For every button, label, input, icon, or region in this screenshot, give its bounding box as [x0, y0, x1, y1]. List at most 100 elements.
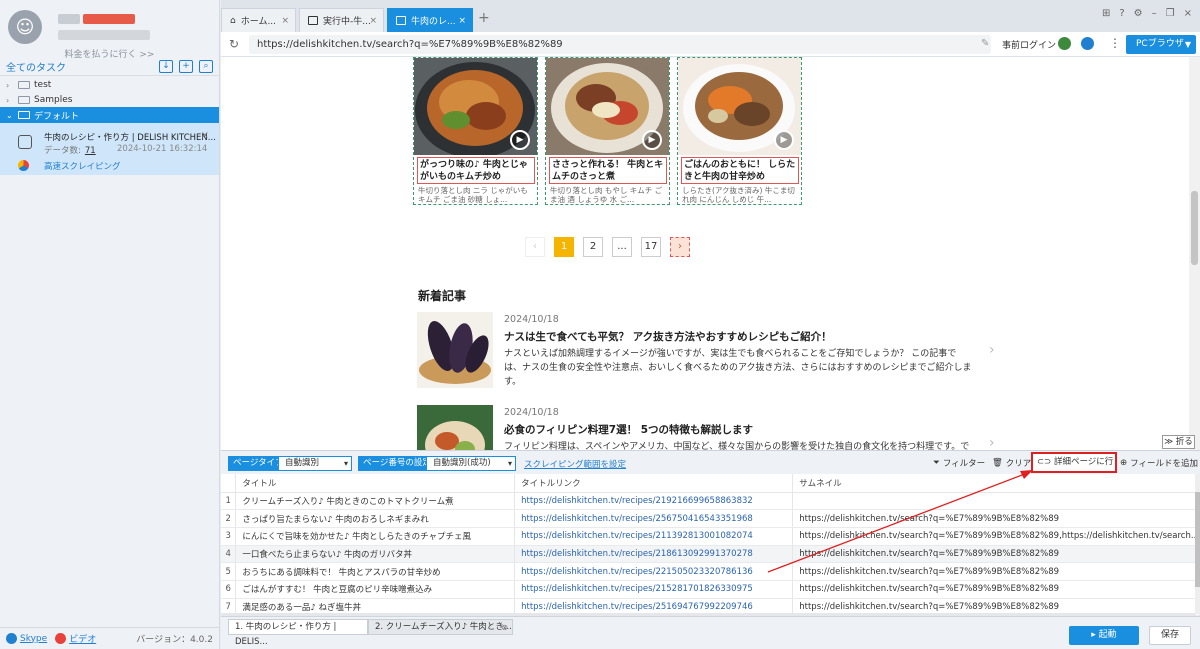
row-index[interactable]: 6 [221, 580, 237, 599]
tab-beef-recipes[interactable]: 牛肉のレ... × [387, 8, 473, 32]
cell-title[interactable]: おうちにある調味料で！ 牛肉とアスパラの甘辛炒め [235, 562, 516, 581]
cell-thumbnail[interactable] [792, 492, 1200, 511]
start-button[interactable]: ▸ 起動 [1069, 626, 1139, 645]
import-icon[interactable]: ↓ [159, 60, 173, 73]
reload-icon[interactable]: ↻ [229, 37, 239, 51]
go-to-detail-button[interactable]: ⊂⊃ 詳細ページに行く [1031, 452, 1117, 484]
table-row[interactable]: 4 一口食べたら止まらない♪ 牛肉のガリバタ丼 https://delishkitc… [221, 545, 1200, 564]
close-icon[interactable]: × [458, 16, 466, 26]
skype-link[interactable]: Skype [20, 634, 47, 644]
web-scrollbar[interactable] [1189, 57, 1200, 450]
next-page-button[interactable]: › [670, 237, 690, 257]
page-type-select[interactable]: 自動識別 ▾ [278, 456, 352, 471]
table-row[interactable]: 2 さっぱり旨たまらない♪ 牛肉のおろしネギまみれ https://delishki… [221, 509, 1200, 528]
save-button[interactable]: 保存 [1149, 626, 1191, 645]
minimize-icon[interactable]: – [1152, 8, 1157, 19]
table-row[interactable]: 3 にんにくで旨味を効かせた♪ 牛肉としらたきのチャプチェ風 https://del… [221, 527, 1200, 546]
task-card[interactable]: 牛肉のレシピ・作り方 | DELISH KITCHEN... × データ数: 71… [0, 123, 219, 175]
news-item[interactable]: 2024/10/18 必食のフィリピン料理7選！ 5つの特徴も解説します フィリ… [417, 405, 995, 450]
gear-icon[interactable]: ⚙ [1134, 8, 1143, 19]
recipe-title[interactable]: ささっと作れる！ 牛肉とキムチのさっと煮 [549, 157, 667, 184]
page-number-select[interactable]: 自動識別(成功) ▾ [426, 456, 516, 471]
search-task-icon[interactable]: ⌕ [199, 60, 213, 73]
cell-title[interactable]: にんにくで旨味を効かせた♪ 牛肉としらたきのチャプチェ風 [235, 527, 516, 546]
close-circle-icon[interactable]: ⊗ [501, 620, 508, 635]
edit-icon[interactable]: ✎ [981, 38, 989, 49]
column-header-thumbnail[interactable]: サムネイル [792, 474, 1200, 493]
close-icon[interactable]: × [369, 16, 377, 26]
pre-login-button[interactable]: 事前ログイン [1002, 38, 1056, 51]
restore-icon[interactable]: ❐ [1166, 8, 1175, 19]
news-headline[interactable]: 必食のフィリピン料理7選！ 5つの特徴も解説します [504, 422, 753, 437]
cell-link[interactable]: https://delishkitchen.tv/recipes/2192166… [514, 492, 794, 511]
cell-title[interactable]: クリームチーズ入り♪ 牛肉ときのこのトマトクリーム煮 [235, 492, 516, 511]
table-row[interactable]: 6 ごはんがすすむ！ 牛肉と豆腐のピリ辛味噌煮込み https://delishki… [221, 580, 1200, 599]
extension-icon[interactable] [1058, 37, 1071, 50]
bottom-tab-2[interactable]: 2. クリームチーズ入り♪ 牛肉とき... ⊗ [368, 619, 513, 635]
prev-page-button[interactable]: ‹ [525, 237, 545, 257]
cell-thumbnail[interactable]: https://delishkitchen.tv/search?q=%E7%89… [792, 545, 1200, 564]
clear-button[interactable]: 🗑 クリア [992, 457, 1031, 469]
cell-link[interactable]: https://delishkitchen.tv/recipes/2567504… [514, 509, 794, 528]
tab-running[interactable]: 実行中-牛... × [299, 8, 384, 32]
tab-home[interactable]: ⌂ ホーム... × [221, 8, 296, 32]
tree-item-samples[interactable]: › Samples [0, 92, 219, 108]
page-1-button[interactable]: 1 [554, 237, 574, 257]
cell-thumbnail[interactable]: https://delishkitchen.tv/search?q=%E7%89… [792, 562, 1200, 581]
new-tab-button[interactable]: + [478, 10, 490, 26]
cell-link[interactable]: https://delishkitchen.tv/recipes/2113928… [514, 527, 794, 546]
accessibility-icon[interactable] [1081, 37, 1094, 50]
pc-browser-select[interactable]: PCブラウザ ▼ [1126, 35, 1196, 54]
help-icon[interactable]: ? [1119, 8, 1124, 19]
tree-item-default[interactable]: ⌄ デフォルト [0, 107, 219, 123]
cell-link[interactable]: https://delishkitchen.tv/recipes/2215050… [514, 562, 794, 581]
close-window-icon[interactable]: × [1184, 8, 1192, 19]
more-icon[interactable]: ⋮ [1109, 36, 1121, 50]
avatar[interactable]: ☺ [8, 10, 42, 44]
news-item[interactable]: 2024/10/18 ナスは生で食べても平気？ アク抜き方法やおすすめレシピもご… [417, 312, 995, 388]
gift-icon[interactable]: ⊞ [1102, 8, 1110, 19]
close-icon[interactable]: × [281, 16, 289, 26]
chevron-right-icon[interactable]: › [989, 435, 995, 450]
recipe-title[interactable]: ごはんのおともに！ しらたきと牛肉の甘辛炒め [681, 157, 799, 184]
close-icon[interactable]: × [201, 130, 209, 141]
recipe-card[interactable]: ▶ ごはんのおともに！ しらたきと牛肉の甘辛炒め しらたき(アク抜き済み) 牛こ… [677, 57, 802, 205]
all-tasks-title[interactable]: 全てのタスク [6, 59, 66, 74]
cell-title[interactable]: ごはんがすすむ！ 牛肉と豆腐のピリ辛味噌煮込み [235, 580, 516, 599]
cell-title[interactable]: 一口食べたら止まらない♪ 牛肉のガリバタ丼 [235, 545, 516, 564]
recipe-card[interactable]: ▶ がっつり味の♪ 牛肉とじゃがいものキムチ炒め 牛切り落とし肉 ニラ じゃがい… [413, 57, 538, 205]
scrollbar-thumb[interactable] [1195, 492, 1200, 587]
chevron-right-icon[interactable]: › [989, 342, 995, 358]
play-icon[interactable]: ▶ [510, 130, 530, 150]
play-icon[interactable]: ▶ [774, 130, 794, 150]
url-input[interactable]: https://delishkitchen.tv/search?q=%E7%89… [249, 35, 991, 54]
video-link[interactable]: ビデオ [69, 632, 96, 645]
cell-link[interactable]: https://delishkitchen.tv/recipes/2152817… [514, 580, 794, 599]
column-header-title[interactable]: タイトル [235, 474, 516, 493]
table-row[interactable]: 1 クリームチーズ入り♪ 牛肉ときのこのトマトクリーム煮 https://delis… [221, 492, 1200, 511]
news-headline[interactable]: ナスは生で食べても平気？ アク抜き方法やおすすめレシピもご紹介！ [504, 329, 832, 344]
cell-thumbnail[interactable]: https://delishkitchen.tv/search?q=%E7%89… [792, 580, 1200, 599]
cell-thumbnail[interactable]: https://delishkitchen.tv/search?q=%E7%89… [792, 509, 1200, 528]
row-index[interactable]: 3 [221, 527, 237, 546]
recipe-title[interactable]: がっつり味の♪ 牛肉とじゃがいものキムチ炒め [417, 157, 535, 184]
row-index[interactable]: 2 [221, 509, 237, 528]
row-index[interactable]: 1 [221, 492, 237, 511]
table-row[interactable]: 5 おうちにある調味料で！ 牛肉とアスパラの甘辛炒め https://delishk… [221, 562, 1200, 581]
scrape-range-link[interactable]: スクレイピング範囲を設定 [524, 458, 626, 470]
add-field-button[interactable]: ⊕ フィールドを追加 [1120, 457, 1198, 469]
cell-thumbnail[interactable]: https://delishkitchen.tv/search?q=%E7%89… [792, 527, 1200, 546]
recipe-card[interactable]: ▶ ささっと作れる！ 牛肉とキムチのさっと煮 牛切り落とし肉 もやし キムチ ご… [545, 57, 670, 205]
data-count-value[interactable]: 71 [85, 146, 96, 156]
row-index[interactable]: 4 [221, 545, 237, 564]
new-task-icon[interactable]: + [179, 60, 193, 73]
play-icon[interactable]: ▶ [642, 130, 662, 150]
page-17-button[interactable]: 17 [641, 237, 661, 257]
table-vertical-scrollbar[interactable] [1195, 474, 1200, 614]
bottom-tab-1[interactable]: 1. 牛肉のレシピ・作り方 | DELIS... [228, 619, 368, 647]
fold-button[interactable]: ≫ 折る [1162, 435, 1195, 449]
tree-item-test[interactable]: › test [0, 77, 219, 93]
cell-link[interactable]: https://delishkitchen.tv/recipes/2186130… [514, 545, 794, 564]
column-header-link[interactable]: タイトルリンク [514, 474, 794, 493]
page-2-button[interactable]: 2 [583, 237, 603, 257]
